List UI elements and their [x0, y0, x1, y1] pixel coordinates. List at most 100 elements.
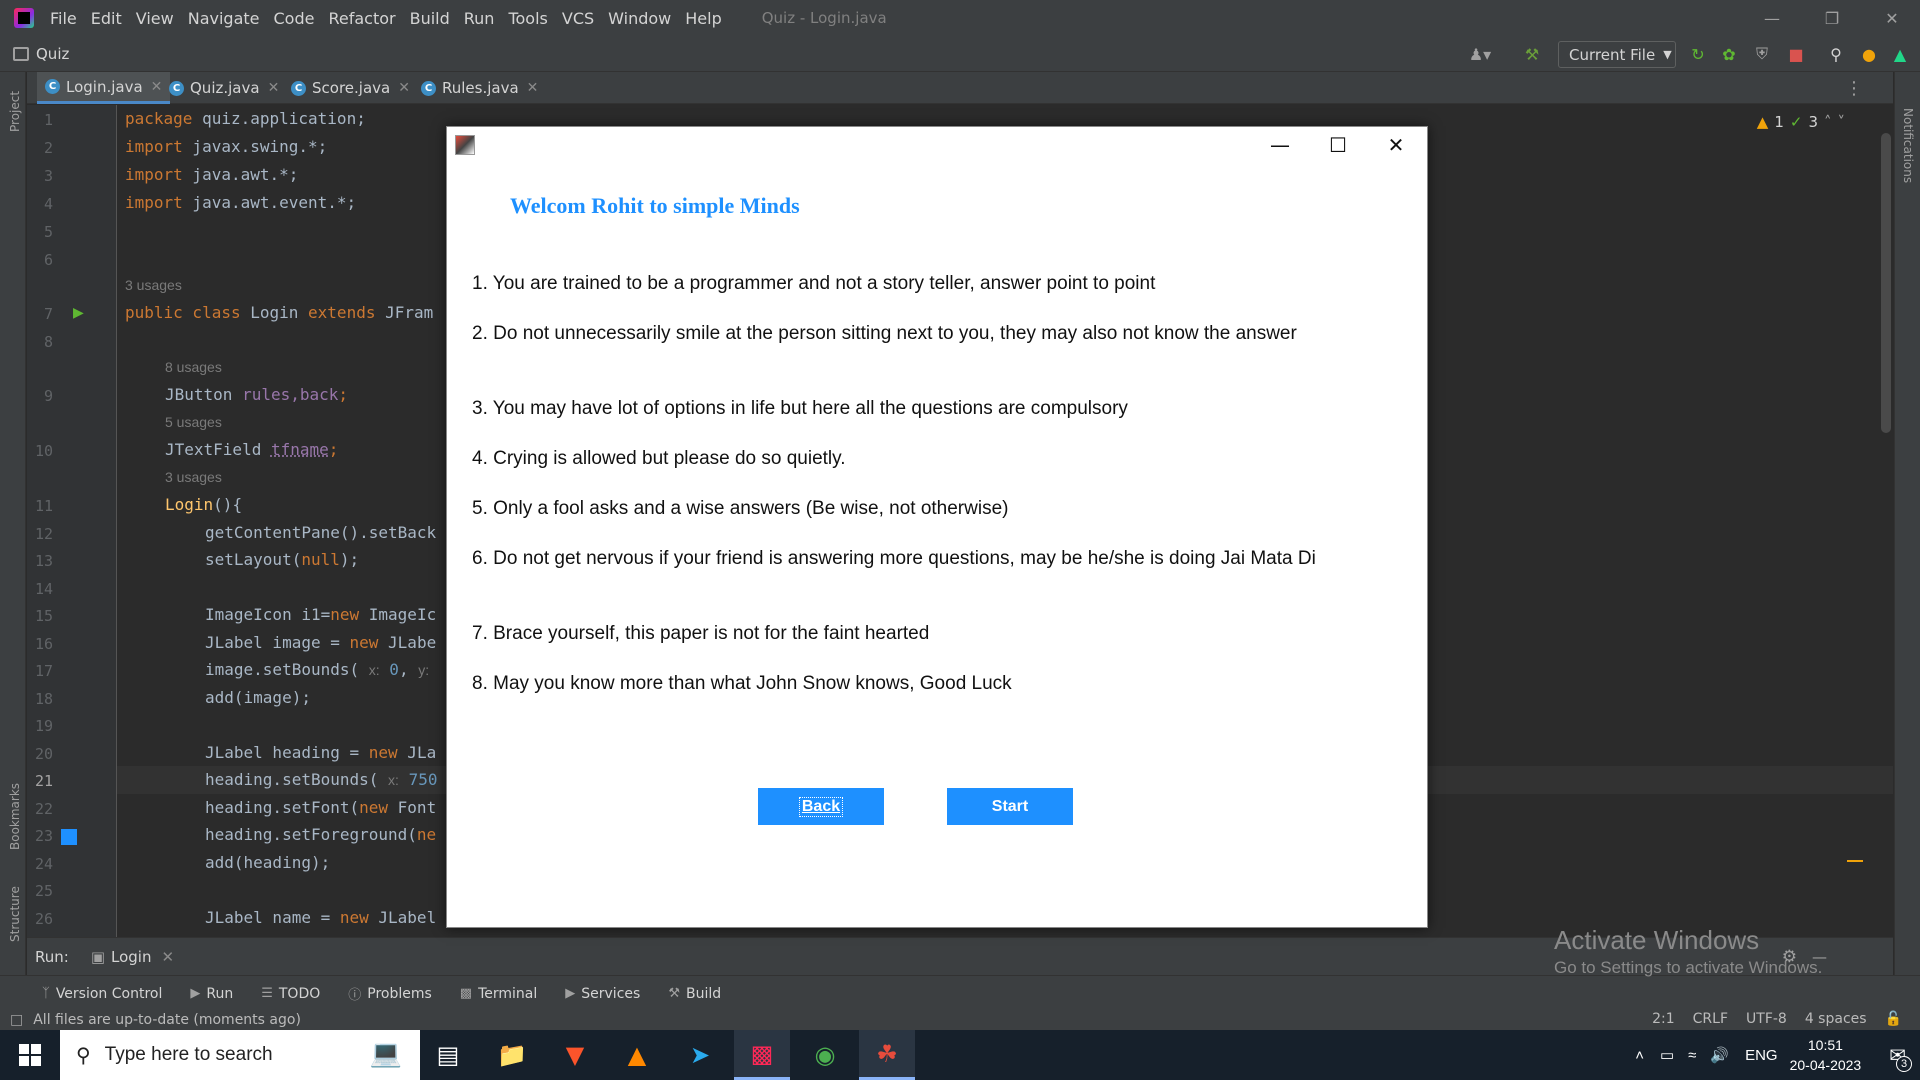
status-message[interactable]: All files are up-to-date (moments ago): [33, 1012, 301, 1028]
java-class-icon: C: [45, 79, 60, 94]
run-gutter-icon[interactable]: ▶: [73, 305, 84, 321]
code-token: heading.setFont(: [205, 798, 360, 817]
tab-score-java[interactable]: C Score.java ✕: [291, 72, 410, 104]
tab-quiz-java[interactable]: C Quiz.java ✕: [169, 72, 279, 104]
dialog-close-icon[interactable]: ✕: [1367, 127, 1425, 163]
tool-label: Terminal: [478, 985, 538, 1002]
tool-run[interactable]: ▶ Run: [190, 986, 233, 1002]
close-tab-icon[interactable]: ✕: [527, 80, 539, 96]
caret-position[interactable]: 2:1: [1652, 1011, 1675, 1027]
warning-marker[interactable]: [1847, 860, 1863, 862]
notifications-tool-tab[interactable]: Notifications: [1901, 108, 1915, 183]
rerun-icon[interactable]: ↻: [1688, 44, 1708, 64]
chevron-down-icon[interactable]: ˅: [1838, 113, 1846, 131]
file-encoding[interactable]: UTF-8: [1746, 1011, 1787, 1027]
wifi-icon[interactable]: ≈: [1688, 1047, 1696, 1064]
tab-label: Login.java: [66, 77, 143, 96]
java-app-taskbar-icon[interactable]: ☘: [859, 1030, 915, 1080]
taskbar-search-box[interactable]: ⚲ Type here to search 💻: [60, 1030, 420, 1080]
stop-icon[interactable]: ■: [1786, 44, 1806, 64]
restore-icon[interactable]: ❐: [1804, 0, 1860, 36]
code-token: JLa: [397, 743, 437, 762]
chevron-up-icon[interactable]: ˄: [1635, 1047, 1644, 1064]
build-hammer-icon[interactable]: ⚒: [1522, 44, 1542, 64]
vlc-player-icon[interactable]: ▲: [609, 1030, 665, 1080]
watermark-subtitle: Go to Settings to activate Windows.: [1554, 958, 1823, 977]
task-view-icon[interactable]: ▤: [420, 1030, 476, 1080]
menu-refactor[interactable]: Refactor: [328, 9, 395, 28]
update-icon[interactable]: ●: [1859, 44, 1879, 64]
close-tab-icon[interactable]: ✕: [151, 79, 163, 95]
tool-build[interactable]: ⚒ Build: [668, 986, 721, 1002]
lock-icon[interactable]: 🔓: [1885, 1011, 1902, 1027]
usage-hint[interactable]: 5 usages: [165, 414, 222, 430]
tool-services[interactable]: ▶ Services: [565, 986, 640, 1002]
notification-center-icon[interactable]: ✉ 3: [1889, 1043, 1912, 1072]
intellij-taskbar-icon[interactable]: ▩: [734, 1030, 790, 1080]
search-icon[interactable]: ⚲: [1826, 44, 1846, 64]
line-separator[interactable]: CRLF: [1693, 1011, 1728, 1027]
chrome-browser-icon[interactable]: ◉: [797, 1030, 853, 1080]
menu-file[interactable]: File: [50, 9, 77, 28]
menu-build[interactable]: Build: [410, 9, 450, 28]
usage-hint[interactable]: 3 usages: [125, 277, 182, 293]
brave-browser-icon[interactable]: ▼: [547, 1030, 603, 1080]
bookmarks-tool-tab[interactable]: Bookmarks: [8, 783, 22, 850]
battery-icon[interactable]: ▭: [1660, 1046, 1674, 1064]
code-token: );: [339, 550, 360, 569]
close-tab-icon[interactable]: ✕: [268, 80, 280, 96]
debug-bug-icon[interactable]: ✿: [1719, 44, 1739, 64]
menu-tools[interactable]: Tools: [508, 9, 547, 28]
menu-help[interactable]: Help: [685, 9, 721, 28]
dialog-maximize-icon[interactable]: ☐: [1309, 127, 1367, 163]
project-tool-tab[interactable]: Project: [8, 91, 22, 132]
file-explorer-icon[interactable]: 📁: [484, 1030, 540, 1080]
jetbrains-gateway-icon[interactable]: ▲: [1890, 44, 1910, 64]
clock[interactable]: 10:51 20-04-2023: [1790, 1035, 1862, 1075]
close-tab-icon[interactable]: ✕: [398, 80, 410, 96]
code-token: Login: [240, 303, 309, 322]
editor-scrollbar[interactable]: [1881, 133, 1891, 433]
telegram-icon[interactable]: ➤: [672, 1030, 728, 1080]
back-button[interactable]: Back: [758, 788, 884, 825]
volume-icon[interactable]: 🔊: [1710, 1046, 1729, 1064]
menu-view[interactable]: View: [136, 9, 174, 28]
menu-window[interactable]: Window: [608, 9, 671, 28]
tab-rules-java[interactable]: C Rules.java ✕: [421, 72, 538, 104]
dialog-minimize-icon[interactable]: —: [1251, 127, 1309, 163]
usage-hint[interactable]: 3 usages: [165, 469, 222, 485]
tool-problems[interactable]: ⓘ Problems: [348, 984, 432, 1004]
tool-version-control[interactable]: ᛉ Version Control: [42, 986, 162, 1002]
indent-setting[interactable]: 4 spaces: [1805, 1011, 1867, 1027]
start-button[interactable]: [0, 1030, 60, 1080]
menu-vcs[interactable]: VCS: [562, 9, 594, 28]
coverage-shield-icon[interactable]: ⛨: [1752, 44, 1772, 64]
menu-edit[interactable]: Edit: [91, 9, 122, 28]
menu-navigate[interactable]: Navigate: [188, 9, 260, 28]
usage-hint[interactable]: 8 usages: [165, 359, 222, 375]
run-configuration-select[interactable]: Current File ▼: [1558, 41, 1676, 68]
info-icon: ⓘ: [348, 988, 362, 1003]
tab-login-java[interactable]: C Login.java ✕: [37, 72, 171, 104]
menu-run[interactable]: Run: [464, 9, 495, 28]
menu-code[interactable]: Code: [274, 9, 315, 28]
line-number: 21: [34, 772, 53, 790]
minimize-icon[interactable]: —: [1744, 0, 1800, 36]
run-tab-login[interactable]: Login: [111, 948, 151, 966]
user-icon[interactable]: ♟▾: [1469, 44, 1491, 64]
more-tabs-icon[interactable]: ⋮: [1845, 78, 1863, 99]
project-name[interactable]: Quiz: [36, 45, 69, 63]
tool-terminal[interactable]: ▩ Terminal: [460, 986, 537, 1002]
code-token: package: [125, 109, 193, 128]
close-icon[interactable]: ✕: [1864, 0, 1920, 36]
param-hint: x:: [368, 662, 380, 678]
inspection-widget[interactable]: ▲ 1 ✓ 3 ˄ ˅: [1757, 113, 1845, 131]
chevron-up-icon[interactable]: ˄: [1824, 113, 1832, 131]
status-toggle-icon[interactable]: □: [10, 1012, 23, 1028]
close-run-tab-icon[interactable]: ✕: [161, 948, 174, 966]
start-button[interactable]: Start: [947, 788, 1073, 825]
language-indicator[interactable]: ENG: [1745, 1047, 1778, 1064]
tool-todo[interactable]: ☰ TODO: [261, 986, 320, 1002]
structure-tool-tab[interactable]: Structure: [8, 886, 22, 942]
color-swatch-icon[interactable]: [61, 829, 77, 845]
